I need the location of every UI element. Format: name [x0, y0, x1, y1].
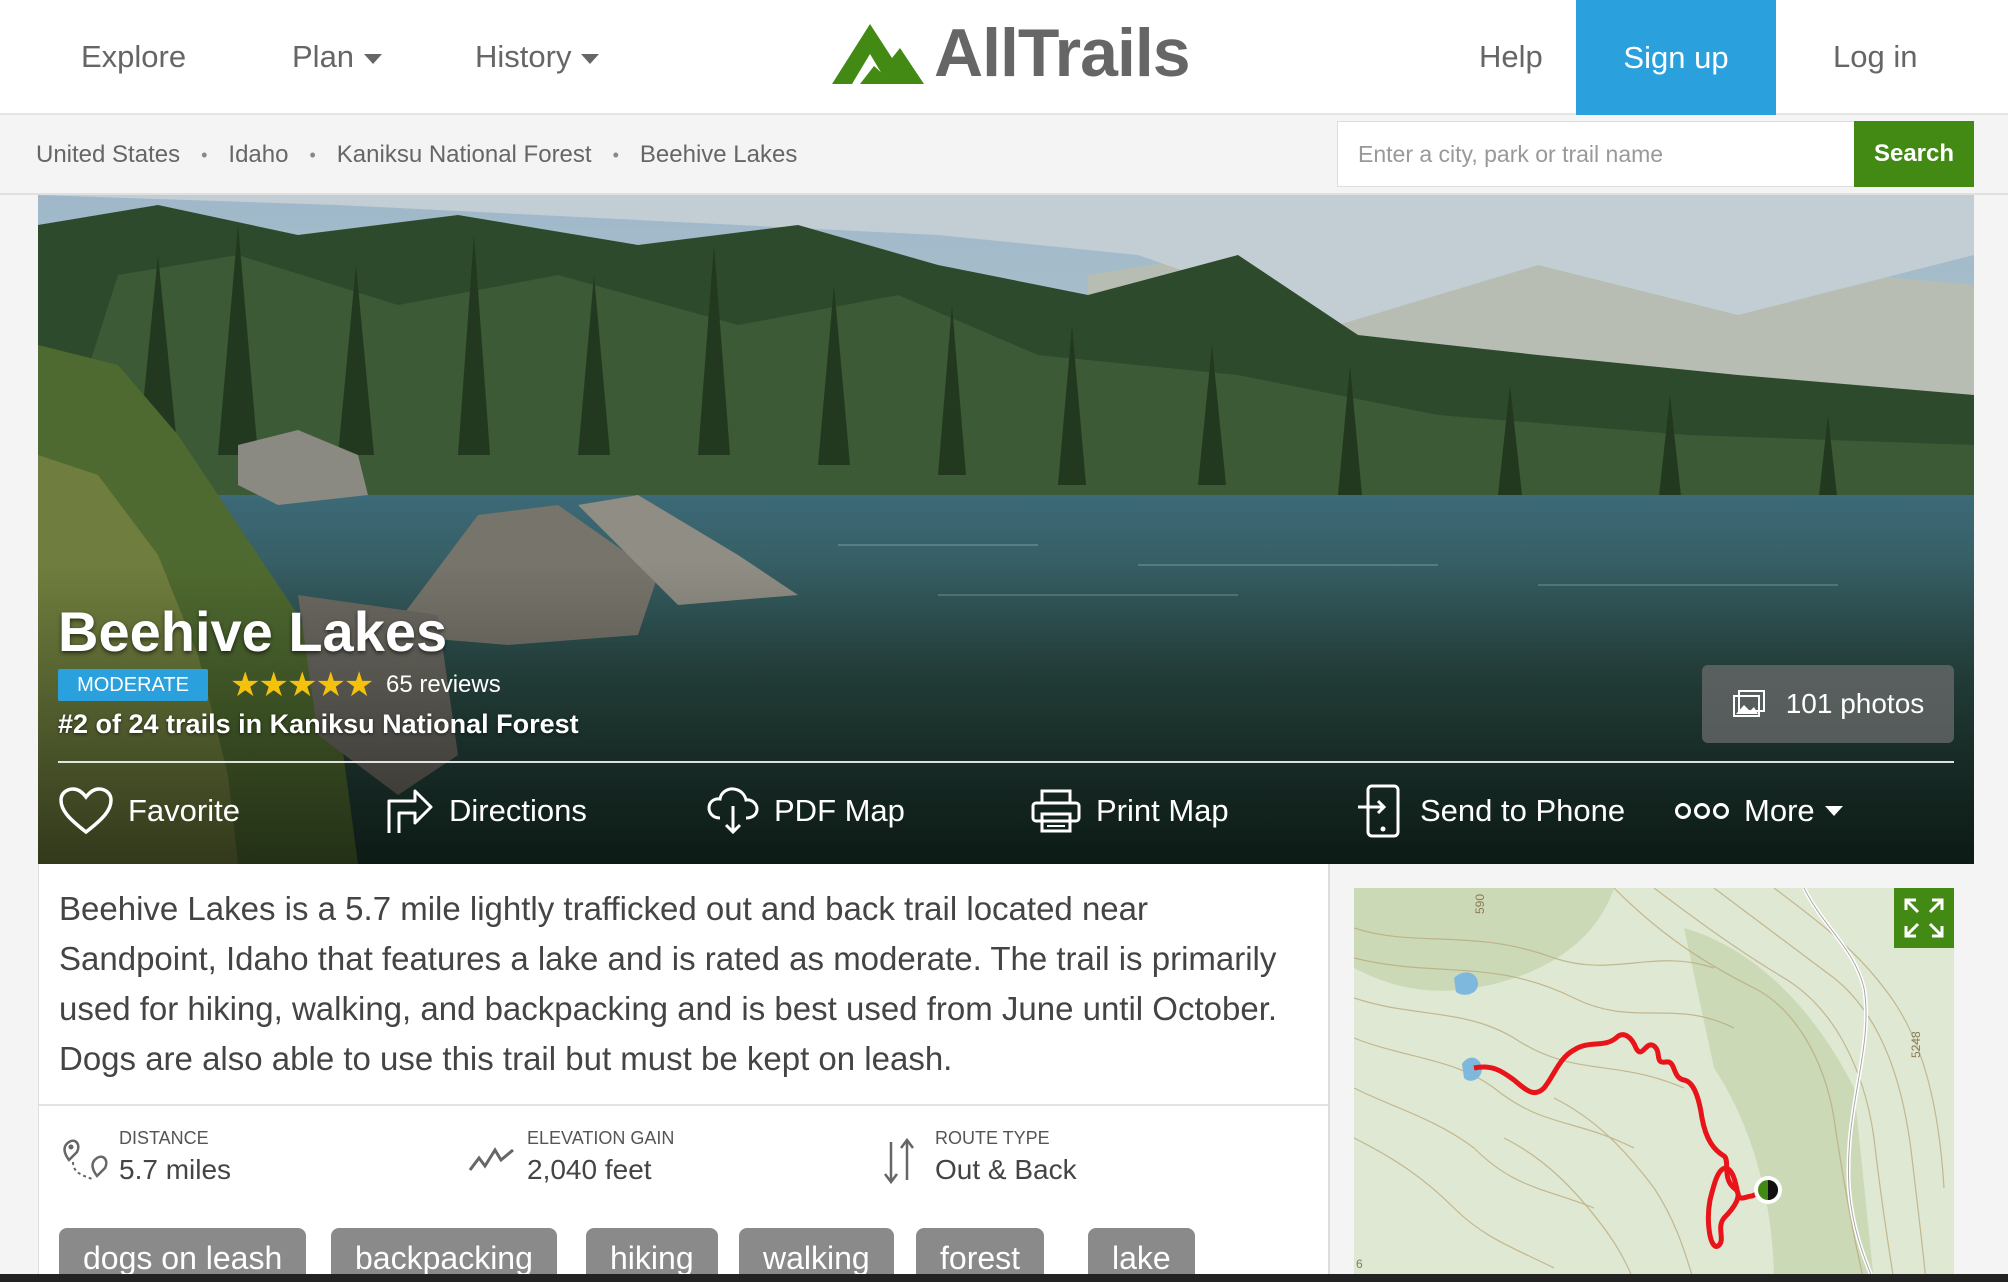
hero-photo[interactable] — [38, 195, 1974, 864]
map-contour-label: 5248 — [1909, 1031, 1923, 1058]
photo-gallery-icon — [1732, 690, 1765, 717]
nav-history[interactable]: History — [475, 0, 600, 113]
bottom-edge — [0, 1274, 2008, 1282]
section-divider — [39, 1104, 1329, 1106]
distance-pin-icon — [63, 1139, 108, 1181]
signup-button[interactable]: Sign up — [1576, 0, 1776, 115]
chevron-down-icon — [581, 53, 600, 64]
photos-button[interactable]: 101 photos — [1702, 665, 1954, 743]
signup-label: Sign up — [1623, 39, 1729, 75]
star-rating[interactable]: ★★★★★ — [230, 665, 374, 705]
nav-help-label: Help — [1479, 38, 1543, 74]
route-type-label: ROUTE TYPE — [935, 1128, 1050, 1148]
print-map-button[interactable]: Print Map — [1030, 775, 1229, 847]
photos-count: 101 photos — [1785, 688, 1925, 719]
pdf-map-label: PDF Map — [774, 793, 905, 828]
alltrails-logo[interactable]: AllTrails — [830, 15, 1191, 91]
map-panel: 590 5248 6 — [1328, 864, 1974, 1282]
expand-arrows-icon — [1904, 898, 1944, 938]
favorite-label: Favorite — [128, 793, 240, 828]
hero-divider — [58, 761, 1954, 763]
nav-explore[interactable]: Explore — [81, 0, 186, 113]
map-contour-label: 590 — [1473, 894, 1487, 914]
breadcrumb-separator: • — [309, 144, 316, 165]
send-to-phone-button[interactable]: Send to Phone — [1356, 775, 1625, 847]
directions-label: Directions — [449, 793, 587, 828]
nav-help[interactable]: Help — [1479, 0, 1543, 113]
phone-send-icon — [1358, 784, 1400, 838]
print-map-label: Print Map — [1096, 793, 1229, 828]
breadcrumb-separator: • — [201, 144, 208, 165]
directions-button[interactable]: Directions — [383, 775, 587, 847]
breadcrumb: United States • Idaho • Kaniksu National… — [36, 115, 797, 195]
send-to-phone-label: Send to Phone — [1420, 793, 1626, 828]
more-label: More — [1744, 793, 1815, 828]
breadcrumb-item[interactable]: Kaniksu National Forest — [337, 141, 592, 169]
heart-icon — [59, 787, 113, 835]
trail-rank[interactable]: #2 of 24 trails in Kaniksu National Fore… — [58, 709, 579, 740]
distance-label: DISTANCE — [119, 1128, 209, 1148]
map-expand-button[interactable] — [1894, 888, 1954, 948]
topo-map[interactable]: 590 5248 6 — [1354, 888, 1954, 1282]
printer-icon — [1031, 789, 1081, 833]
trail-details: Beehive Lakes is a 5.7 mile lightly traf… — [38, 864, 1329, 1282]
trail-description: Beehive Lakes is a 5.7 mile lightly traf… — [59, 890, 1278, 1077]
pdf-map-button[interactable]: PDF Map — [706, 775, 905, 847]
distance-value: 5.7 miles — [119, 1154, 232, 1185]
elevation-icon — [468, 1147, 514, 1171]
search-button-label: Search — [1873, 140, 1955, 167]
search-button[interactable]: Search — [1854, 121, 1974, 187]
difficulty-badge: MODERATE — [58, 669, 208, 701]
search-input[interactable] — [1337, 121, 1855, 187]
breadcrumb-item[interactable]: Idaho — [228, 141, 288, 169]
trail-map[interactable]: 590 5248 6 — [1354, 888, 1954, 1282]
nav-plan-label: Plan — [292, 38, 355, 74]
nav-plan[interactable]: Plan — [292, 0, 383, 113]
more-button[interactable]: More — [1674, 775, 1843, 847]
trail-title: Beehive Lakes — [58, 600, 448, 663]
directions-arrow-icon — [387, 789, 433, 833]
chevron-down-icon — [364, 53, 383, 64]
reviews-link[interactable]: 65 reviews — [386, 671, 501, 699]
route-arrows-icon — [884, 1137, 914, 1185]
mountain-logo-icon — [832, 24, 924, 84]
elevation-label: ELEVATION GAIN — [527, 1128, 675, 1148]
logo-text: AllTrails — [934, 15, 1191, 91]
nav-history-label: History — [475, 38, 572, 74]
breadcrumb-bar: United States • Idaho • Kaniksu National… — [0, 115, 2008, 195]
map-contour-label: 6 — [1356, 1257, 1363, 1271]
top-navigation: Explore Plan History AllTrails Help Sign… — [0, 0, 2008, 115]
more-dots-icon — [1675, 803, 1729, 819]
login-label: Log in — [1833, 38, 1918, 74]
breadcrumb-separator: • — [612, 144, 619, 165]
favorite-button[interactable]: Favorite — [58, 775, 240, 847]
cloud-download-icon — [707, 787, 759, 835]
hero-banner: Beehive Lakes MODERATE ★★★★★ 65 reviews … — [38, 195, 1974, 864]
route-type-value: Out & Back — [935, 1154, 1077, 1185]
breadcrumb-item[interactable]: United States — [36, 141, 180, 169]
chevron-down-icon — [1824, 806, 1843, 816]
login-button[interactable]: Log in — [1833, 0, 1917, 113]
nav-explore-label: Explore — [81, 38, 187, 74]
elevation-value: 2,040 feet — [527, 1154, 652, 1185]
breadcrumb-item-current[interactable]: Beehive Lakes — [640, 141, 797, 169]
